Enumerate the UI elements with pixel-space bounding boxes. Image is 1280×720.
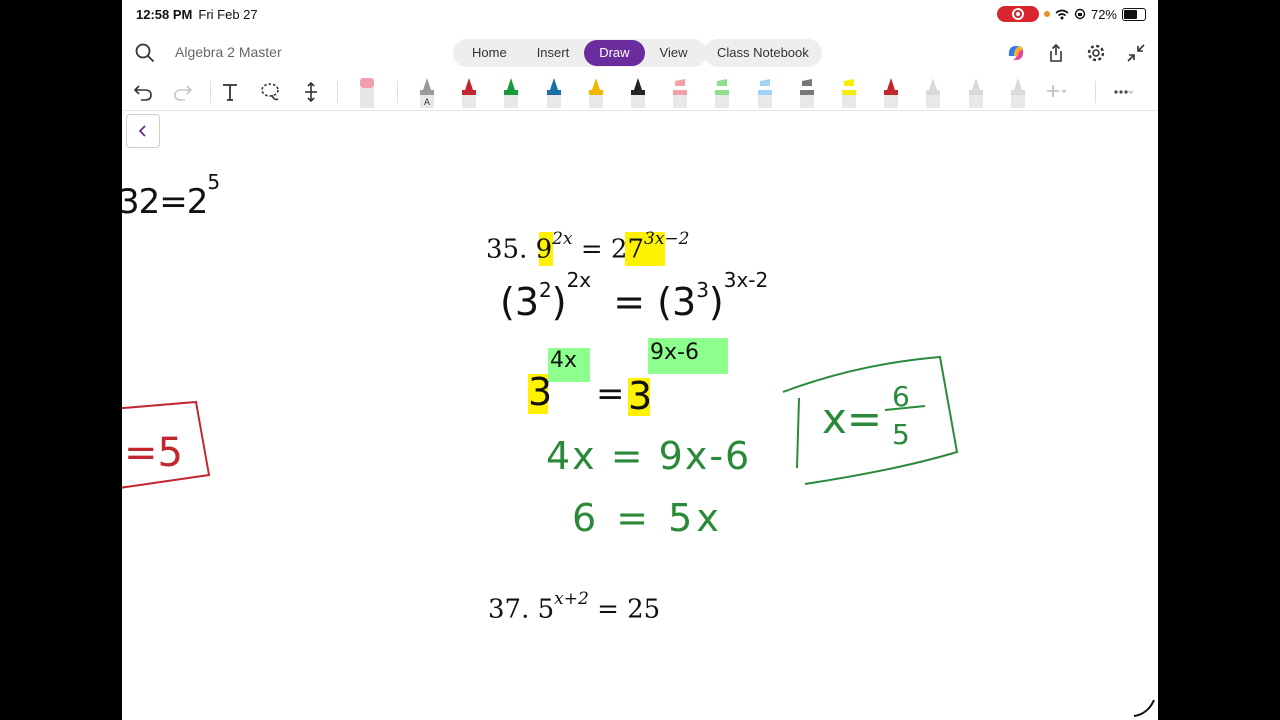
pencil-label: A (424, 97, 430, 107)
problem-37-number: 37. (488, 594, 530, 625)
text-icon[interactable] (219, 81, 241, 103)
more-options-icon[interactable] (1112, 81, 1134, 103)
resize-handle-icon[interactable] (1132, 694, 1156, 718)
toolbar-separator (122, 110, 1158, 111)
highlighter-11-icon[interactable] (839, 76, 859, 108)
pencil-1-icon[interactable]: A (417, 76, 437, 108)
problem-37-exp: x+2 (554, 589, 589, 609)
eraser-icon[interactable] (357, 76, 377, 108)
left-boxed-answer: =5 (124, 430, 183, 476)
collapse-icon[interactable] (1125, 42, 1147, 64)
highlighter-7-icon[interactable] (670, 76, 690, 108)
step1-equation: (32)2x = (33)3x-2 (500, 268, 769, 324)
settings-gear-icon[interactable] (1085, 42, 1107, 64)
wifi-icon (1055, 9, 1069, 19)
pen-15-icon[interactable] (1008, 76, 1028, 108)
step2-rhs-exponent: 9x-6 (650, 340, 699, 365)
left-work-exponent: 5 (207, 170, 220, 194)
document-title[interactable]: Algebra 2 Master (175, 44, 282, 60)
tab-home[interactable]: Home (457, 40, 522, 66)
problem-35: 35. 92x = 273x−2 (486, 229, 689, 265)
status-indicators: 72% (996, 6, 1146, 22)
problem-35-number: 35. (486, 234, 528, 265)
battery-fill (1124, 9, 1137, 19)
copilot-icon[interactable] (1005, 42, 1027, 64)
redo-icon[interactable] (172, 81, 194, 103)
undo-icon[interactable] (132, 81, 154, 103)
pen-2-icon[interactable] (459, 76, 479, 108)
pen-4-icon[interactable] (544, 76, 564, 108)
pen-13-icon[interactable] (923, 76, 943, 108)
back-button[interactable] (126, 114, 160, 148)
problem-35-base2: 27 (610, 234, 644, 265)
left-work-equation: 32=25 (122, 170, 220, 222)
tab-draw[interactable]: Draw (584, 40, 645, 66)
space-icon[interactable] (300, 81, 322, 103)
answer-denominator: 5 (892, 418, 910, 451)
problem-37: 37. 5x+2 = 25 (488, 589, 661, 625)
screen-recording-icon[interactable] (996, 6, 1039, 22)
pen-14-icon[interactable] (966, 76, 986, 108)
ribbon-tabs: Home Insert Draw View (453, 39, 707, 67)
battery-icon (1122, 7, 1146, 21)
problem-35-exp2: 3x−2 (644, 229, 690, 249)
status-time: 12:58 PM Fri Feb 27 (136, 7, 258, 22)
lasso-icon[interactable] (259, 81, 281, 103)
status-date: Fri Feb 27 (198, 7, 258, 22)
answer-x-equals: x= (822, 394, 883, 443)
tab-view[interactable]: View (645, 40, 703, 66)
problem-37-base: 5 (537, 594, 555, 625)
step2-lhs-exponent: 4x (550, 348, 578, 373)
step2-rhs-base: 3 (628, 374, 653, 418)
highlighter-9-icon[interactable] (755, 76, 775, 108)
step3-equation: 4x = 9x-6 (546, 434, 752, 478)
pen-6-icon[interactable] (628, 76, 648, 108)
chevron-left-icon (138, 125, 146, 137)
pen-5-icon[interactable] (586, 76, 606, 108)
problem-35-equals: = (580, 234, 603, 265)
rotation-lock-icon (1074, 8, 1086, 20)
highlighter-10-icon[interactable] (797, 76, 817, 108)
toolbar-divider (337, 81, 338, 103)
pen-3-icon[interactable] (501, 76, 521, 108)
step2-lhs-base: 3 (528, 370, 553, 414)
highlighter-8-icon[interactable] (712, 76, 732, 108)
toolbar-divider (210, 81, 211, 103)
add-pen-icon[interactable] (1045, 81, 1067, 103)
tab-insert[interactable]: Insert (522, 40, 585, 66)
toolbar-divider (397, 81, 398, 103)
step4-equation: 6 = 5x (572, 496, 723, 540)
problem-37-rest: = 25 (597, 594, 661, 625)
problem-35-base1: 9 (535, 234, 553, 265)
share-icon[interactable] (1045, 42, 1067, 64)
problem-35-exp1: 2x (552, 229, 573, 249)
toolbar-divider (1095, 81, 1096, 103)
pen-12-icon[interactable] (881, 76, 901, 108)
search-icon[interactable] (134, 42, 156, 64)
answer-numerator: 6 (892, 380, 910, 413)
class-notebook-button[interactable]: Class Notebook (704, 39, 822, 67)
note-canvas[interactable]: 32=25 =5 35. 92x = 273x−2 (32)2x = (33)3… (122, 112, 1158, 720)
step2-equals: = (596, 374, 625, 414)
mic-indicator-icon (1043, 11, 1050, 17)
battery-percent: 72% (1090, 6, 1117, 22)
ipad-screen: 12:58 PM Fri Feb 27 72% Algebra 2 Master … (122, 0, 1158, 720)
